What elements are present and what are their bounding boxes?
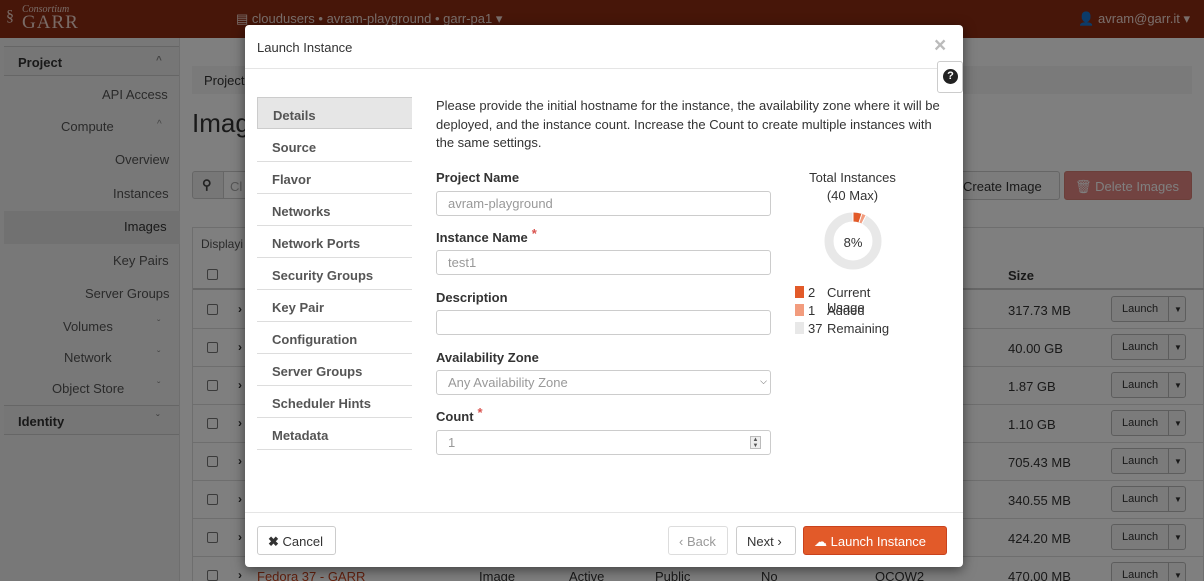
modal-header: Launch Instance × bbox=[245, 25, 963, 69]
availability-zone-select[interactable]: Any Availability Zone ⌵ bbox=[436, 370, 771, 395]
launch-instance-dialog: Launch Instance × ? Details Source Flavo… bbox=[245, 25, 963, 567]
donut-slice-current-usage bbox=[852, 212, 862, 223]
chevron-down-icon: ⌵ bbox=[760, 376, 767, 386]
chevron-left-icon: ‹ bbox=[679, 534, 684, 549]
help-icon: ? bbox=[943, 69, 958, 84]
launch-instance-button[interactable]: ☁ Launch Instance bbox=[803, 526, 947, 555]
donut-center-label: 8% bbox=[843, 235, 863, 250]
modal-title: Launch Instance bbox=[257, 40, 353, 55]
modal-footer: ✖ Cancel ‹ Back Next › ☁ Launch Instance bbox=[245, 512, 963, 567]
tab-configuration[interactable]: Configuration bbox=[257, 322, 412, 354]
legend-swatch bbox=[795, 286, 804, 298]
tab-networks[interactable]: Networks bbox=[257, 194, 412, 226]
instance-name-label: Instance Name * bbox=[436, 226, 537, 245]
tab-scheduler-hints[interactable]: Scheduler Hints bbox=[257, 386, 412, 418]
stepper-arrows-icon[interactable]: ▲ ▼ bbox=[750, 436, 761, 449]
back-button[interactable]: ‹ Back bbox=[668, 526, 728, 555]
description-label: Description bbox=[436, 290, 508, 305]
cancel-button[interactable]: ✖ Cancel bbox=[257, 526, 336, 555]
instance-name-field[interactable]: test1 bbox=[436, 250, 771, 275]
cloud-upload-icon: ☁ bbox=[814, 534, 827, 549]
count-stepper[interactable]: 1 ▲ ▼ bbox=[436, 430, 771, 455]
project-name-field: avram-playground bbox=[436, 191, 771, 216]
required-mark: * bbox=[531, 226, 537, 241]
availability-zone-label: Availability Zone bbox=[436, 350, 539, 365]
tab-source[interactable]: Source bbox=[257, 130, 412, 162]
project-name-label: Project Name bbox=[436, 170, 520, 185]
help-button[interactable]: ? bbox=[937, 61, 963, 93]
count-label: Count * bbox=[436, 405, 483, 424]
next-button[interactable]: Next › bbox=[736, 526, 796, 555]
tab-security-groups[interactable]: Security Groups bbox=[257, 258, 412, 290]
tab-flavor[interactable]: Flavor bbox=[257, 162, 412, 194]
legend-swatch bbox=[795, 322, 804, 334]
legend-swatch bbox=[795, 304, 804, 316]
close-icon: ✖ bbox=[268, 534, 279, 549]
required-mark: * bbox=[477, 405, 483, 420]
donut-slice-added bbox=[858, 213, 866, 224]
description-field[interactable] bbox=[436, 310, 771, 335]
close-icon[interactable]: × bbox=[934, 34, 946, 58]
details-intro-text: Please provide the initial hostname for … bbox=[436, 98, 940, 150]
tab-key-pair[interactable]: Key Pair bbox=[257, 290, 412, 322]
tab-network-ports[interactable]: Network Ports bbox=[257, 226, 412, 258]
chevron-right-icon: › bbox=[777, 534, 782, 549]
tab-details[interactable]: Details bbox=[257, 97, 412, 129]
chart-title: Total Instances (40 Max) bbox=[809, 170, 896, 203]
tab-metadata[interactable]: Metadata bbox=[257, 418, 412, 450]
tab-server-groups[interactable]: Server Groups bbox=[257, 354, 412, 386]
